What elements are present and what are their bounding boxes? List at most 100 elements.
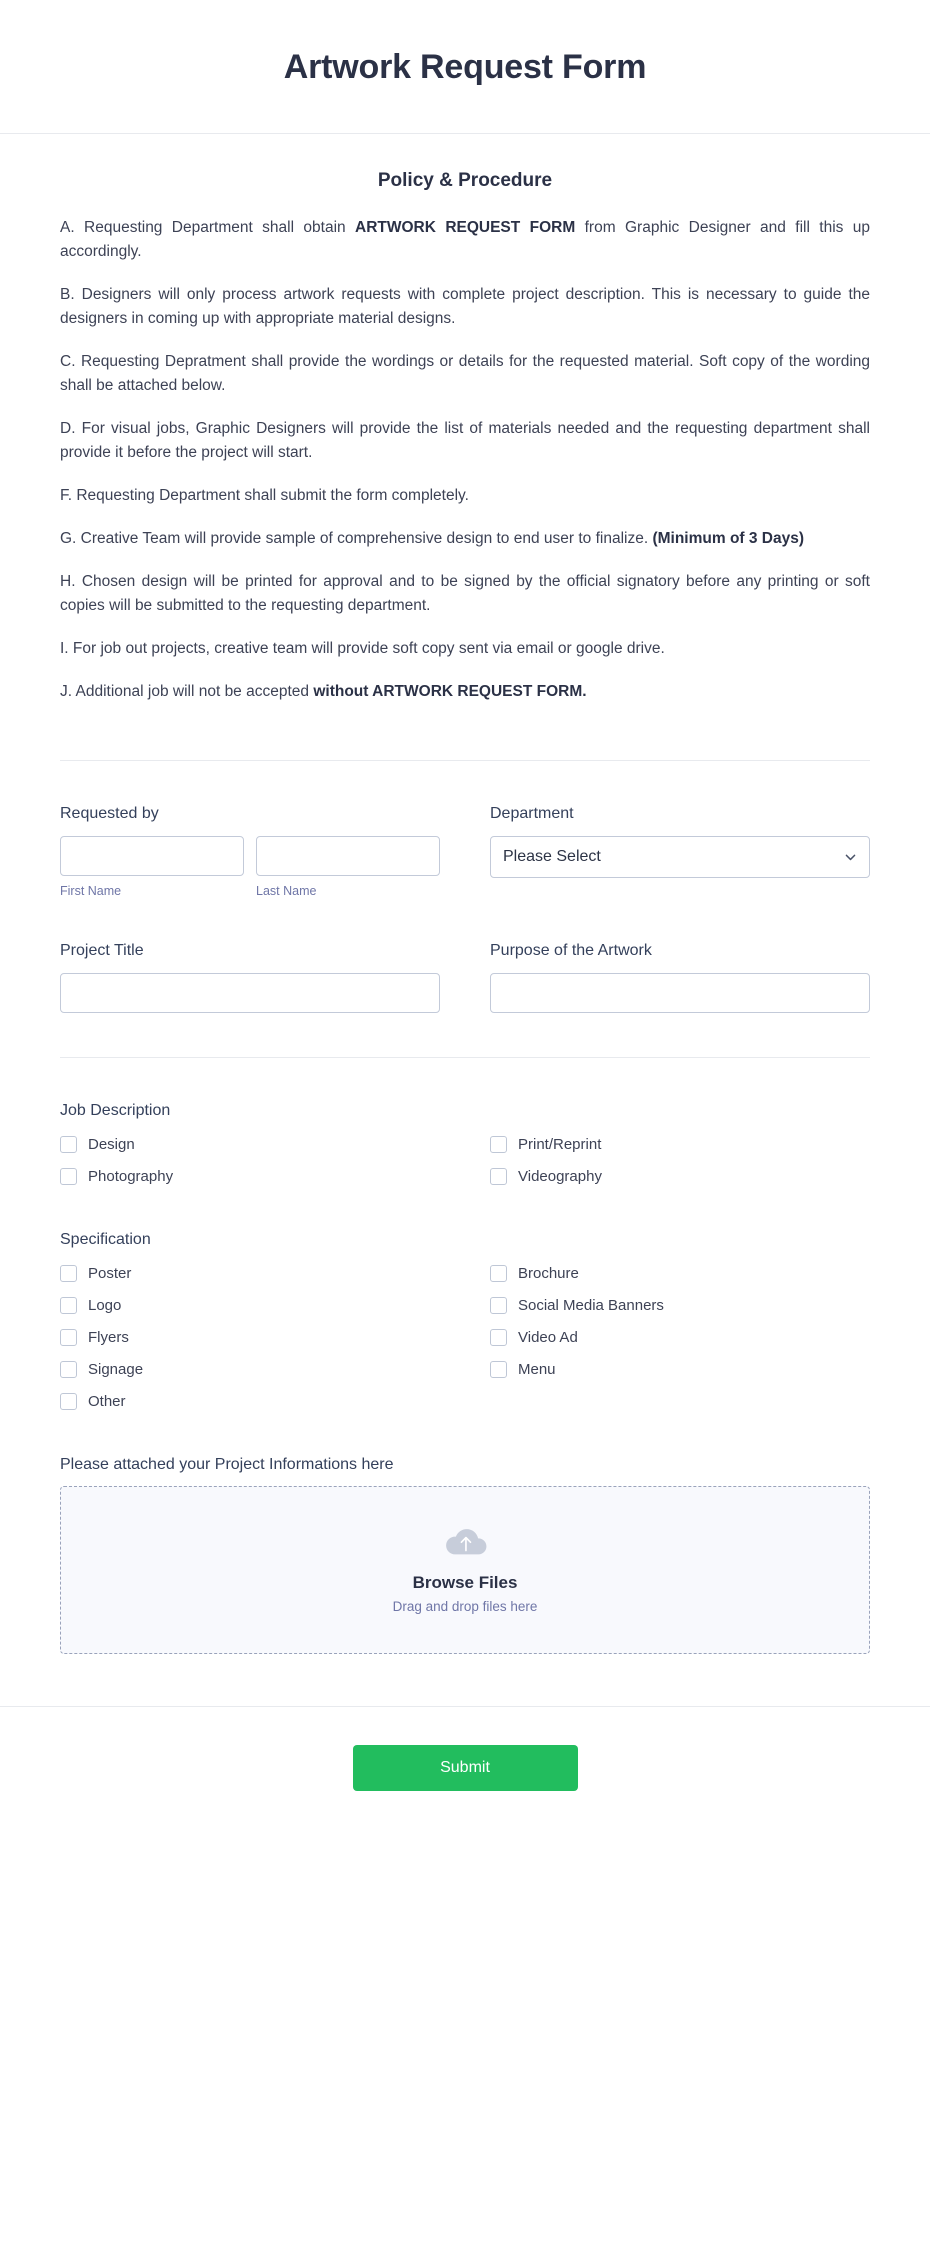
- policy-text: F. Requesting Department shall submit th…: [60, 486, 469, 504]
- checkbox-row[interactable]: Flyers: [60, 1327, 440, 1348]
- department-label: Department: [490, 804, 574, 822]
- checkbox-row[interactable]: Poster: [60, 1263, 440, 1284]
- checkbox-other[interactable]: [60, 1392, 77, 1410]
- checkbox-row[interactable]: Design: [60, 1134, 440, 1155]
- first-name-sublabel: First Name: [60, 883, 122, 898]
- department-field-group: Department Please Select: [490, 805, 870, 898]
- checkbox-social-media-banners[interactable]: [490, 1296, 507, 1314]
- form-content: Policy & Procedure A. Requesting Departm…: [60, 134, 870, 1654]
- checkbox-design[interactable]: [60, 1135, 77, 1153]
- policy-paragraph: I. For job out projects, creative team w…: [60, 637, 870, 661]
- policy-paragraph: H. Chosen design will be printed for app…: [60, 570, 870, 618]
- field-row-project: Project Title Purpose of the Artwork: [60, 942, 870, 1013]
- checkbox-label[interactable]: Poster: [88, 1265, 131, 1282]
- checkbox-videography[interactable]: [490, 1167, 507, 1185]
- checkbox-menu[interactable]: [490, 1360, 507, 1378]
- specification-column-left: Poster Logo Flyers Signage Other: [60, 1263, 440, 1412]
- checkbox-row[interactable]: Logo: [60, 1295, 440, 1316]
- browse-files-label[interactable]: Browse Files: [413, 1573, 518, 1593]
- requested-by-label: Requested by: [60, 804, 159, 822]
- job-description-column-right: Print/Reprint Videography: [490, 1134, 870, 1187]
- policy-paragraph: A. Requesting Department shall obtain AR…: [60, 216, 870, 264]
- policy-section: Policy & Procedure A. Requesting Departm…: [60, 134, 870, 704]
- policy-paragraph: F. Requesting Department shall submit th…: [60, 484, 870, 508]
- policy-text-emphasis: (Minimum of 3 Days): [652, 529, 805, 547]
- last-name-input[interactable]: [256, 835, 440, 876]
- checkbox-label[interactable]: Signage: [88, 1361, 143, 1378]
- checkbox-label[interactable]: Video Ad: [518, 1329, 578, 1346]
- upload-section: Please attached your Project Information…: [60, 1456, 870, 1654]
- policy-paragraph: J. Additional job will not be accepted w…: [60, 680, 870, 704]
- purpose-input[interactable]: [490, 972, 870, 1013]
- purpose-label: Purpose of the Artwork: [490, 941, 652, 959]
- policy-text-emphasis: without ARTWORK REQUEST FORM.: [313, 682, 587, 700]
- policy-text: H. Chosen design will be printed for app…: [60, 572, 870, 614]
- checkbox-print-reprint[interactable]: [490, 1135, 507, 1153]
- job-description-grid: Design Photography Print/Reprint Videograp…: [60, 1134, 870, 1187]
- department-select-wrap[interactable]: Please Select: [490, 835, 870, 878]
- form-footer: Submit: [0, 1705, 930, 1835]
- checkbox-row[interactable]: Video Ad: [490, 1327, 870, 1348]
- checkbox-row[interactable]: Menu: [490, 1359, 870, 1380]
- page-title: Artwork Request Form: [283, 48, 647, 86]
- checkbox-brochure[interactable]: [490, 1264, 507, 1282]
- first-name-input[interactable]: [60, 835, 244, 876]
- policy-paragraph-list: A. Requesting Department shall obtain AR…: [60, 216, 870, 704]
- checkbox-signage[interactable]: [60, 1360, 77, 1378]
- department-select[interactable]: Please Select: [490, 835, 870, 878]
- form-header: Artwork Request Form: [0, 0, 930, 134]
- checkbox-row[interactable]: Other: [60, 1391, 440, 1412]
- checkbox-row[interactable]: Videography: [490, 1166, 870, 1187]
- upload-label: Please attached your Project Information…: [60, 1455, 394, 1473]
- checkbox-row[interactable]: Photography: [60, 1166, 440, 1187]
- checkbox-row[interactable]: Signage: [60, 1359, 440, 1380]
- specification-section: Specification Poster Logo Flyers Signage Oth…: [60, 1231, 870, 1412]
- policy-text: J. Additional job will not be accepted: [60, 682, 314, 700]
- job-description-title: Job Description: [60, 1101, 171, 1119]
- checkbox-logo[interactable]: [60, 1296, 77, 1314]
- cloud-upload-icon: [442, 1525, 488, 1559]
- checkbox-label[interactable]: Other: [88, 1393, 126, 1410]
- checkbox-label[interactable]: Design: [88, 1136, 135, 1153]
- checkbox-poster[interactable]: [60, 1264, 77, 1282]
- checkbox-photography[interactable]: [60, 1167, 77, 1185]
- project-title-field-group: Project Title: [60, 942, 440, 1013]
- checkbox-label[interactable]: Brochure: [518, 1265, 579, 1282]
- policy-text: A. Requesting Department shall obtain: [60, 218, 356, 236]
- name-input-pair: First Name Last Name: [60, 835, 440, 898]
- requested-by-field-group: Requested by First Name Last Name: [60, 805, 440, 898]
- checkbox-label[interactable]: Menu: [518, 1361, 556, 1378]
- checkbox-label[interactable]: Print/Reprint: [518, 1136, 601, 1153]
- checkbox-label[interactable]: Social Media Banners: [518, 1297, 664, 1314]
- checkbox-label[interactable]: Videography: [518, 1168, 602, 1185]
- checkbox-video-ad[interactable]: [490, 1328, 507, 1346]
- artwork-request-form-page: Artwork Request Form Policy & Procedure …: [0, 0, 930, 2263]
- policy-text: C. Requesting Depratment shall provide t…: [60, 352, 870, 394]
- first-name-wrap: First Name: [60, 835, 244, 898]
- checkbox-label[interactable]: Photography: [88, 1168, 173, 1185]
- policy-paragraph: B. Designers will only process artwork r…: [60, 283, 870, 331]
- policy-text: G. Creative Team will provide sample of …: [60, 529, 653, 547]
- project-title-input[interactable]: [60, 972, 440, 1013]
- policy-text-emphasis: ARTWORK REQUEST FORM: [355, 218, 576, 236]
- job-description-column-left: Design Photography: [60, 1134, 440, 1187]
- checkbox-row[interactable]: Print/Reprint: [490, 1134, 870, 1155]
- field-row-requester: Requested by First Name Last Name Depart…: [60, 805, 870, 898]
- policy-text: B. Designers will only process artwork r…: [60, 285, 870, 327]
- file-dropzone[interactable]: Browse Files Drag and drop files here: [60, 1485, 870, 1654]
- checkbox-row[interactable]: Brochure: [490, 1263, 870, 1284]
- checkbox-row[interactable]: Social Media Banners: [490, 1295, 870, 1316]
- submit-button[interactable]: Submit: [352, 1744, 578, 1791]
- last-name-wrap: Last Name: [256, 835, 440, 898]
- last-name-sublabel: Last Name: [256, 883, 317, 898]
- checkbox-label[interactable]: Flyers: [88, 1329, 129, 1346]
- checkbox-label[interactable]: Logo: [88, 1297, 121, 1314]
- checkbox-flyers[interactable]: [60, 1328, 77, 1346]
- policy-heading: Policy & Procedure: [377, 169, 553, 191]
